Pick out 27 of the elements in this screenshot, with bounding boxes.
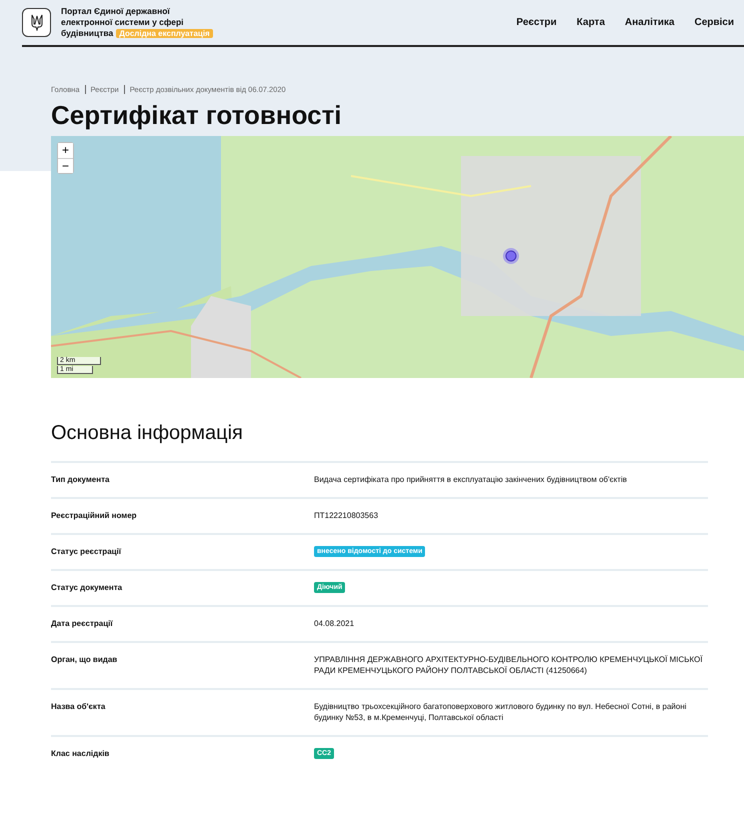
field-value: УПРАВЛІННЯ ДЕРЖАВНОГО АРХІТЕКТУРНО-БУДІВЕЛЬНОГО КОНТРОЛЮ КРЕМЕНЧУЦЬКОЇ МІСЬКОЇ РАДИ КРЕМЕНЧУЦЬКОГО РАЙОНУ ПОЛТАВСЬКОЇ ОБЛАСТІ (41250664): [314, 654, 704, 676]
field-value: Видача сертифіката про прийняття в експлуатацію закінчених будівництвом об'єктів: [314, 474, 628, 485]
field-label: Дата реєстрації: [51, 618, 114, 629]
nav-link[interactable]: Сервіси: [694, 17, 734, 28]
field-value: Будівництво трьохсекційного багатоповерхового житлового будинку по вул. Небесної Сотні, в районі будинку №53, в м.Кременчуці, Полтавської області: [314, 701, 688, 723]
page-title: Сертифікат готовності: [51, 100, 343, 131]
location-marker-icon[interactable]: [502, 247, 520, 265]
zoom-out-button[interactable]: −: [58, 158, 73, 173]
field-label: Назва об'єкта: [51, 701, 106, 713]
field-value: 04.08.2021: [314, 618, 356, 629]
field-label: Орган, що видав: [51, 654, 118, 666]
status-badge: Дослідна експлуатація: [116, 29, 213, 38]
nav-link[interactable]: Карта: [576, 17, 605, 28]
portal-title: будівництва: [61, 28, 114, 38]
field-label: Тип документа: [51, 474, 110, 485]
nav-link[interactable]: Аналітика: [624, 17, 674, 28]
nav-link[interactable]: Реєстри: [516, 17, 557, 28]
portal-title: Портал Єдиної державної: [61, 6, 170, 16]
portal-title: електронної системи у сфері: [61, 17, 184, 27]
trident-icon: [30, 14, 42, 31]
trident-logo[interactable]: [22, 8, 51, 37]
field-label: Статус документа: [51, 582, 124, 593]
field-label: Клас наслідків: [51, 748, 110, 759]
field-value: ПТ122210803563: [314, 510, 380, 521]
section-title: Основна інформація: [51, 422, 244, 445]
field-label: Статус реєстрації: [51, 546, 122, 557]
field-label: Реєстраційний номер: [51, 510, 138, 521]
